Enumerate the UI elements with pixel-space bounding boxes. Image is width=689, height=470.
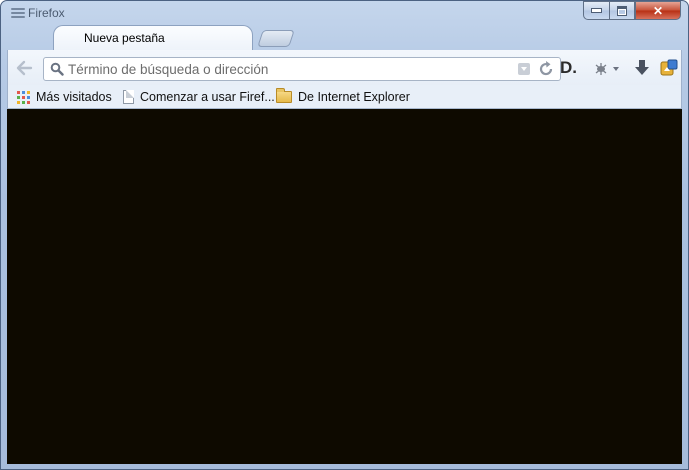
download-arrow-icon [635,60,649,75]
tab-strip: Nueva pestaña [1,25,688,50]
bookmarks-toolbar: Más visitados Comenzar a usar Firef... D… [7,85,682,109]
maximize-icon [617,5,627,16]
bookmark-mas-visitados[interactable]: Más visitados [17,87,112,107]
back-button[interactable] [14,58,34,78]
dictionary-button[interactable]: D. [560,58,577,78]
addon-icon [660,59,678,76]
back-arrow-icon [16,60,33,76]
minimize-button[interactable] [583,1,609,20]
close-icon: ✕ [652,3,664,18]
bookmark-label: De Internet Explorer [298,90,410,104]
page-content[interactable] [7,109,682,464]
dictionary-icon: D. [560,58,577,77]
url-bar[interactable] [43,57,561,81]
bookmark-folder-internet-explorer[interactable]: De Internet Explorer [276,87,410,107]
new-tab-button[interactable] [257,30,295,47]
window-title: Firefox [28,6,65,20]
addon-button[interactable] [660,58,678,78]
reload-icon [539,61,553,76]
minimize-icon [591,8,602,13]
reload-button[interactable] [538,60,554,83]
close-button[interactable]: ✕ [635,1,681,20]
app-title: Firefox [11,5,65,21]
grid-icon [17,90,30,104]
downloads-button[interactable] [634,58,650,78]
bookmark-comenzar[interactable]: Comenzar a usar Firef... [123,87,275,107]
tools-dropdown-button[interactable] [593,58,623,78]
navigation-toolbar: D. [7,50,682,85]
title-bar[interactable]: Firefox ✕ [1,1,688,25]
firefox-window: Firefox ✕ Nueva pestaña Término de búsqu… [0,0,689,470]
history-dropdown-button[interactable] [518,63,530,75]
window-controls: ✕ [583,1,681,20]
bookmark-label: Comenzar a usar Firef... [140,90,275,104]
url-input[interactable] [68,59,508,79]
firefox-menu-icon[interactable] [11,7,25,19]
tab-nueva-pestana[interactable]: Nueva pestaña [53,25,253,50]
tab-label: Nueva pestaña [84,31,165,45]
maximize-button[interactable] [609,1,635,20]
bookmark-label: Más visitados [36,90,112,104]
page-icon [123,90,134,104]
search-icon [50,62,64,76]
folder-icon [276,88,292,103]
bug-icon [595,63,619,75]
